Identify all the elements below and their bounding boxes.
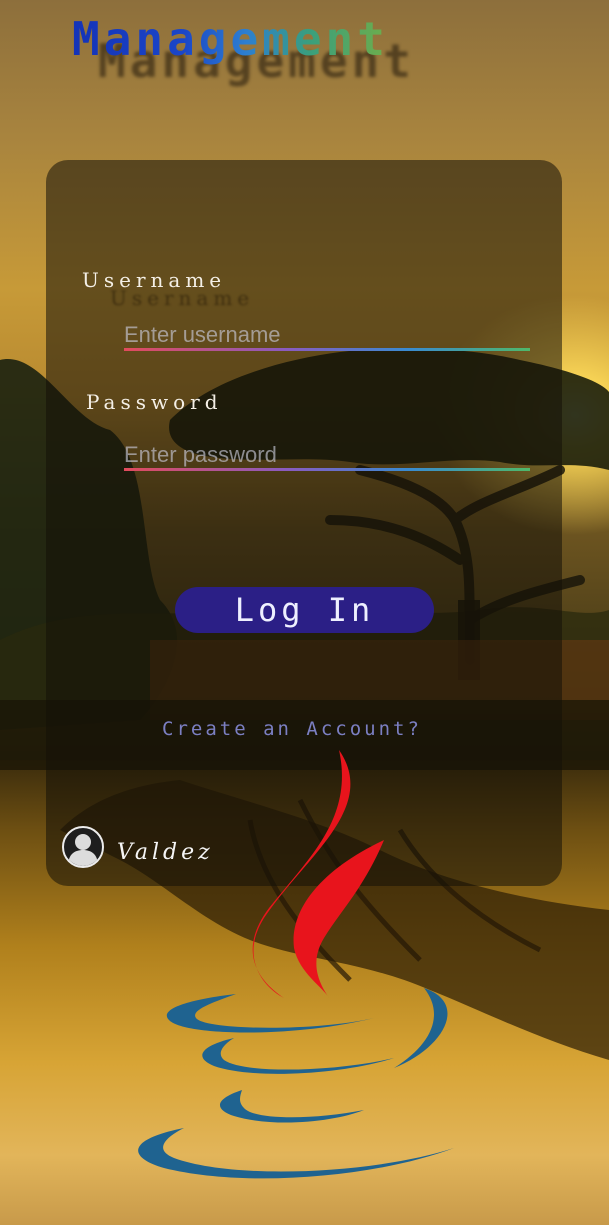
username-label: Username	[82, 268, 227, 292]
username-input[interactable]	[124, 318, 524, 352]
login-button[interactable]: Log In	[175, 587, 434, 633]
password-underline	[124, 468, 530, 471]
password-input[interactable]	[124, 438, 524, 472]
author-name: Valdez	[117, 840, 214, 865]
password-label: Password	[86, 390, 223, 414]
create-account-link[interactable]: Create an Account?	[162, 718, 422, 740]
user-avatar-icon	[62, 826, 104, 868]
java-logo-icon	[138, 750, 454, 1179]
username-underline	[124, 348, 530, 351]
app-title: Management	[72, 12, 389, 66]
person-icon	[68, 834, 98, 866]
